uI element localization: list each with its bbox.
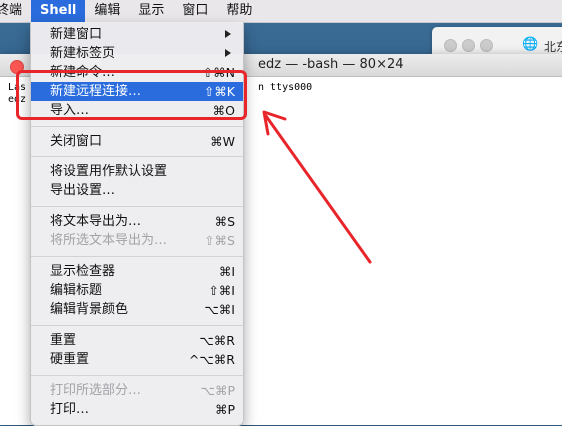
annotation-arrow-icon [262, 110, 372, 264]
